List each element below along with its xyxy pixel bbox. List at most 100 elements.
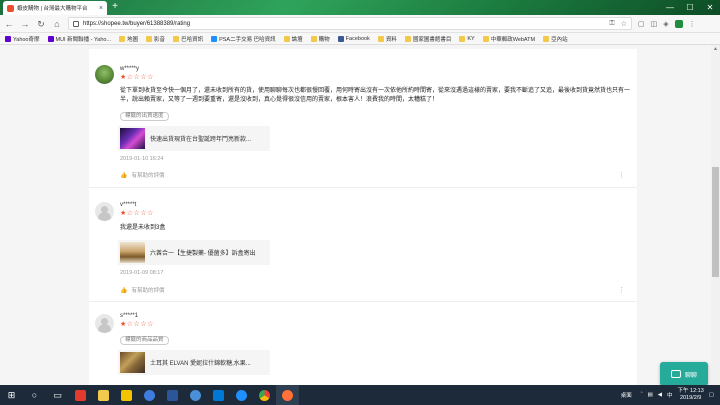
- thumbs-up-icon: 👍: [120, 172, 128, 179]
- address-bar[interactable]: https://shopee.tw/buyer/61388389/rating …: [68, 17, 632, 30]
- review-comment: 我還是未收到3盒: [120, 225, 166, 231]
- bookmark-item[interactable]: 巴哈資訊: [173, 35, 203, 43]
- more-options-icon[interactable]: ⋮: [618, 286, 625, 294]
- internet-explorer-icon: [236, 389, 247, 401]
- product-name: 土耳其 ELVAN 愛妮拉什錦軟糖,水果...: [150, 361, 251, 367]
- reload-icon[interactable]: ↻: [36, 19, 46, 29]
- bookmark-item[interactable]: 購物: [310, 35, 330, 43]
- bookmark-item[interactable]: 影音: [146, 35, 165, 43]
- taskbar-app[interactable]: [138, 385, 161, 405]
- clock[interactable]: 下午 12:13 2019/2/9: [678, 388, 704, 402]
- bookmark-item[interactable]: 中華郵政WebATM: [482, 35, 535, 43]
- page-scrollbar[interactable]: ▲: [711, 45, 720, 385]
- helpful-button[interactable]: 👍 有幫助的評價: [120, 171, 165, 180]
- url-text[interactable]: https://shopee.tw/buyer/61388389/rating: [83, 21, 605, 27]
- bookmark-item[interactable]: 論壇: [283, 35, 303, 43]
- avatar[interactable]: [95, 65, 114, 84]
- review-item: s*****1 ★☆☆☆☆ 標籤的商品品質 土耳其 ELVAN 愛妮拉什錦軟糖,…: [89, 302, 637, 385]
- chat-button[interactable]: 聊聊: [660, 362, 708, 386]
- notification-icon[interactable]: ▢: [709, 392, 714, 398]
- bookmark-item[interactable]: Yahoo奇摩: [5, 35, 40, 43]
- key-icon[interactable]: ⚿: [609, 20, 614, 28]
- thumbs-up-icon: 👍: [120, 287, 128, 294]
- yahoo-icon: [5, 35, 11, 42]
- round-app-icon: [190, 389, 201, 401]
- taskbar-app[interactable]: [92, 385, 115, 405]
- browser-toolbar: ← → ↻ ⌂ https://shopee.tw/buyer/61388389…: [0, 15, 720, 33]
- close-window-button[interactable]: ✕: [700, 0, 720, 15]
- volume-icon[interactable]: ◀: [658, 392, 662, 398]
- taskbar-app-active[interactable]: [276, 385, 299, 405]
- bookmark-item[interactable]: 地圖: [119, 35, 138, 43]
- bookmark-item[interactable]: 亞內站: [543, 35, 568, 43]
- network-icon[interactable]: ▤: [648, 392, 653, 398]
- extension-green-icon[interactable]: [674, 19, 683, 28]
- taskbar-app[interactable]: [207, 385, 230, 405]
- review-datetime: 2019-01-10 16:24: [120, 156, 164, 162]
- tab-title: 蝦皮購物 | 台灣最大購物平台: [17, 6, 88, 12]
- bookmark-item[interactable]: KY: [459, 35, 475, 42]
- review-item: w*****y ★☆☆☆☆ 從下單到收貨至今快一個月了，還未收到所有的貨，使用聊…: [89, 49, 637, 188]
- folder-icon: [459, 35, 466, 42]
- review-tag: 標籤的出貨速度: [120, 112, 169, 121]
- avatar[interactable]: [95, 314, 114, 333]
- more-options-icon[interactable]: ⋮: [618, 171, 625, 179]
- shield-icon[interactable]: ◈: [663, 20, 668, 28]
- review-username: s*****1: [120, 313, 139, 319]
- review-username: w*****y: [120, 66, 140, 72]
- folder-icon: [173, 35, 180, 42]
- taskbar-app[interactable]: [161, 385, 184, 405]
- product-name: 快速出貨現貨在台聖誕跨年鬥亮新款...: [150, 137, 252, 143]
- taskbar-app[interactable]: [230, 385, 253, 405]
- review-product-card[interactable]: 土耳其 ELVAN 愛妮拉什錦軟糖,水果...: [118, 350, 270, 375]
- bookmark-item[interactable]: PSA二手交易 巴哈資訊: [211, 35, 276, 43]
- start-button[interactable]: ⊞: [0, 385, 23, 405]
- windows-logo-icon: ⊞: [7, 389, 16, 400]
- chevron-up-icon[interactable]: ˆ: [641, 392, 643, 398]
- search-icon: ○: [31, 390, 38, 400]
- review-product-card[interactable]: 快速出貨現貨在台聖誕跨年鬥亮新款...: [118, 126, 270, 151]
- taskbar-app[interactable]: [69, 385, 92, 405]
- menu-icon[interactable]: ⋮: [689, 20, 696, 28]
- review-product-card[interactable]: 六酋合一【生捷製藥- 優菌多】訴盒寄出: [118, 240, 270, 265]
- review-datetime: 2019-01-09 08:17: [120, 270, 164, 276]
- folder-icon: [543, 35, 550, 42]
- bookmark-item[interactable]: 資料: [377, 35, 397, 43]
- bookmark-item[interactable]: 國家圖書館書目: [404, 35, 451, 43]
- maximize-button[interactable]: ☐: [680, 0, 700, 15]
- bookmarks-bar: Yahoo奇摩 MUI 新聞聯播 - Yaho... 地圖 影音 巴哈資訊 PS…: [0, 33, 720, 45]
- review-tag: 標籤的商品品質: [120, 336, 169, 345]
- firefox-icon: [282, 389, 293, 401]
- search-button[interactable]: ○: [23, 385, 46, 405]
- back-icon[interactable]: ←: [4, 19, 14, 29]
- tab-close-icon[interactable]: ×: [99, 5, 103, 12]
- bookmark-star-icon[interactable]: ☆: [621, 20, 627, 28]
- bookmark-item[interactable]: MUI 新聞聯播 - Yaho...: [47, 35, 111, 43]
- browser-tab[interactable]: 蝦皮購物 | 台灣最大購物平台 ×: [3, 1, 107, 15]
- review-stars: ★☆☆☆☆: [120, 321, 154, 328]
- product-name: 六酋合一【生捷製藥- 優菌多】訴盒寄出: [150, 251, 256, 257]
- taskbar-app[interactable]: [253, 385, 276, 405]
- avatar[interactable]: [95, 202, 114, 221]
- file-explorer-icon: [98, 389, 109, 401]
- minimize-button[interactable]: —: [660, 0, 680, 15]
- scroll-up-icon[interactable]: ▲: [711, 45, 720, 53]
- folder-icon: [146, 35, 153, 42]
- taskbar-app[interactable]: [115, 385, 138, 405]
- scrollbar-thumb[interactable]: [712, 167, 719, 277]
- folder-icon: [377, 35, 384, 42]
- desktop-label[interactable]: 桌面: [621, 391, 632, 399]
- extension-icon[interactable]: ▢: [638, 20, 645, 28]
- red-app-icon: [75, 389, 86, 401]
- shopee-favicon-icon: [7, 4, 14, 12]
- home-icon[interactable]: ⌂: [52, 19, 62, 29]
- new-tab-button[interactable]: +: [110, 2, 120, 12]
- helpful-button[interactable]: 👍 有幫助的評價: [120, 286, 165, 295]
- lock-icon: [73, 20, 79, 27]
- pocket-icon[interactable]: ◫: [651, 20, 658, 28]
- bookmark-item[interactable]: Facebook: [337, 35, 370, 42]
- ime-icon[interactable]: 中: [667, 391, 673, 399]
- forward-icon[interactable]: →: [20, 19, 30, 29]
- taskbar-app[interactable]: [184, 385, 207, 405]
- task-view-button[interactable]: ▭: [46, 385, 69, 405]
